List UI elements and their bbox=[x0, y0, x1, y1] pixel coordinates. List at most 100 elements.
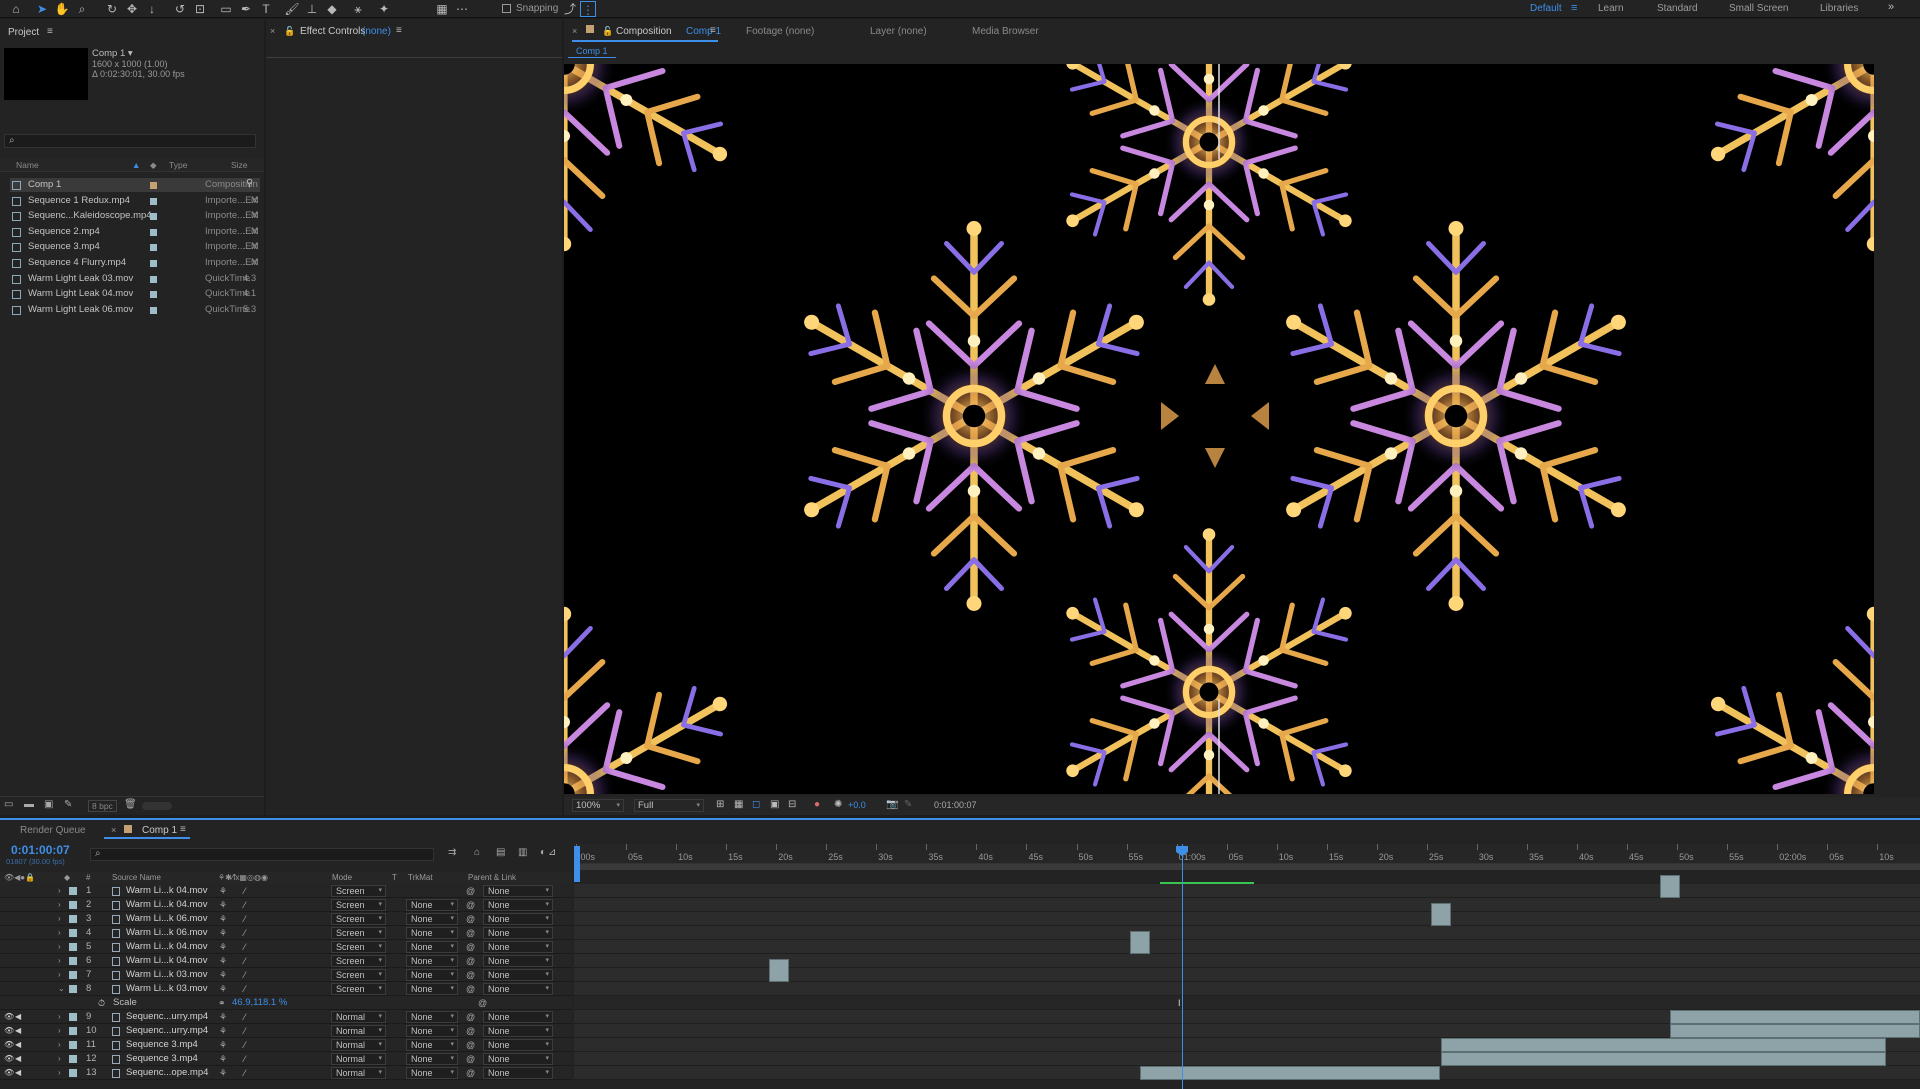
expand-chevron-icon[interactable]: › bbox=[58, 954, 61, 968]
track-matte-dropdown[interactable]: None ▾ bbox=[406, 955, 458, 967]
layer-duration-bar[interactable] bbox=[1441, 1052, 1886, 1066]
quality-switch-icon[interactable]: ⁄ bbox=[244, 1052, 246, 1066]
layer-name[interactable]: Warm Li...k 03.mov bbox=[126, 982, 207, 996]
project-item[interactable]: Sequence 2.mp4 Importe...EX ...M bbox=[10, 225, 260, 239]
track-matte-dropdown[interactable]: None ▾ bbox=[406, 1067, 458, 1079]
trash-icon[interactable]: 🗑 bbox=[124, 799, 137, 810]
expand-chevron-icon[interactable]: › bbox=[58, 1010, 61, 1024]
quality-switch-icon[interactable]: ⁄ bbox=[244, 1038, 246, 1052]
pick-whip-icon[interactable]: @ bbox=[466, 1038, 475, 1052]
pick-whip-icon[interactable]: @ bbox=[466, 926, 475, 940]
pick-whip-icon[interactable]: @ bbox=[466, 1010, 475, 1024]
label-color-swatch[interactable] bbox=[150, 306, 157, 314]
selection-tool-icon[interactable]: ➤ bbox=[34, 1, 50, 17]
blend-mode-dropdown[interactable]: Screen ▾ bbox=[331, 969, 386, 981]
shy-switch-icon[interactable]: ⚘ bbox=[219, 982, 227, 996]
layer-track[interactable] bbox=[574, 1052, 1920, 1066]
expand-chevron-icon[interactable]: › bbox=[58, 884, 61, 898]
name-column-header[interactable]: Name bbox=[16, 158, 39, 172]
label-color-swatch[interactable] bbox=[150, 291, 157, 299]
layer-track[interactable] bbox=[574, 1010, 1920, 1024]
track-matte-dropdown[interactable]: None ▾ bbox=[406, 941, 458, 953]
label-color-swatch[interactable] bbox=[69, 915, 77, 923]
current-time-display[interactable]: 0:01:00:07 bbox=[11, 843, 70, 857]
timeline-layer-row[interactable]: › 4 Warm Li...k 06.mov ⚘ ⁄ Screen ▾ None ▾ @ None ▾ bbox=[0, 926, 1920, 940]
scale-value[interactable]: 46.9,118.1 % bbox=[232, 996, 287, 1010]
layer-track[interactable] bbox=[574, 982, 1920, 996]
label-color-swatch[interactable] bbox=[69, 1055, 77, 1063]
timeline-layer-row[interactable]: › 2 Warm Li...k 04.mov ⚘ ⁄ Screen ▾ None ▾ @ None ▾ bbox=[0, 898, 1920, 912]
distribute-icon[interactable]: ⋯ bbox=[454, 1, 470, 17]
label-color-swatch[interactable] bbox=[69, 957, 77, 965]
pan-behind-tool-icon[interactable]: ⊡ bbox=[192, 1, 208, 17]
layer-track[interactable] bbox=[574, 959, 1920, 982]
project-item[interactable]: Sequenc...Kaleidoscope.mp4 Importe...EX..… bbox=[10, 209, 260, 223]
render-queue-tab[interactable]: Render Queue bbox=[20, 825, 86, 836]
work-area-bar[interactable] bbox=[574, 864, 1920, 870]
composition-menu-icon[interactable]: ≡ bbox=[710, 25, 716, 36]
layer-name[interactable]: Sequence 3.mp4 bbox=[126, 1052, 198, 1066]
parent-dropdown[interactable]: None ▾ bbox=[483, 969, 553, 981]
pick-whip-icon[interactable]: @ bbox=[466, 1052, 475, 1066]
track-matte-dropdown[interactable]: None ▾ bbox=[406, 1025, 458, 1037]
layer-name[interactable]: Sequence 3.mp4 bbox=[126, 1038, 198, 1052]
comp-timeline-tab[interactable]: Comp 1 bbox=[142, 825, 177, 836]
track-matte-dropdown[interactable]: None ▾ bbox=[406, 1053, 458, 1065]
expand-chevron-icon[interactable]: › bbox=[58, 898, 61, 912]
shy-switch-icon[interactable]: ⚘ bbox=[219, 1052, 227, 1066]
interpret-footage-icon[interactable]: ▭ bbox=[4, 799, 13, 810]
composition-tab[interactable]: Composition bbox=[616, 26, 672, 37]
motion-blur-icon[interactable]: ◐ bbox=[540, 847, 546, 858]
footage-tab[interactable]: Footage (none) bbox=[746, 26, 814, 37]
eye-visibility-icon[interactable]: 👁 bbox=[4, 1052, 14, 1066]
parent-dropdown[interactable]: None ▾ bbox=[483, 1011, 553, 1023]
puppet-pin-icon[interactable]: ✦ bbox=[376, 1, 392, 17]
layer-duration-bar[interactable] bbox=[1670, 1024, 1920, 1038]
track-matte-dropdown[interactable]: None ▾ bbox=[406, 983, 458, 995]
layer-track[interactable] bbox=[574, 1024, 1920, 1038]
adjust-settings-icon[interactable]: ✎ bbox=[64, 799, 72, 810]
close-tab-icon[interactable]: × bbox=[572, 26, 577, 36]
blend-mode-dropdown[interactable]: Screen ▾ bbox=[331, 983, 386, 995]
media-browser-tab[interactable]: Media Browser bbox=[972, 26, 1039, 37]
project-item[interactable]: Warm Light Leak 04.mov QuickTime 4.1 bbox=[10, 287, 260, 301]
comp-mini-flowchart-icon[interactable]: ⇉ bbox=[448, 847, 456, 858]
expand-chevron-icon[interactable]: › bbox=[58, 926, 61, 940]
shy-switch-icon[interactable]: ⚘ bbox=[219, 940, 227, 954]
layer-name[interactable]: Sequenc...urry.mp4 bbox=[126, 1024, 208, 1038]
layer-track[interactable] bbox=[574, 1038, 1920, 1052]
shy-switch-icon[interactable]: ⚘ bbox=[219, 1024, 227, 1038]
layer-name[interactable]: Warm Li...k 03.mov bbox=[126, 968, 207, 982]
timeline-layer-row[interactable]: 👁 ◀ › 10 Sequenc...urry.mp4 ⚘ ⁄ Normal ▾ None ▾ @ No… bbox=[0, 1024, 1920, 1038]
label-color-swatch[interactable] bbox=[150, 213, 157, 221]
label-color-swatch[interactable] bbox=[150, 244, 157, 252]
quality-switch-icon[interactable]: ⁄ bbox=[244, 926, 246, 940]
pick-whip-icon[interactable]: @ bbox=[466, 1024, 475, 1038]
timeline-layer-row[interactable]: › 7 Warm Li...k 03.mov ⚘ ⁄ Screen ▾ None ▾ @ None ▾ bbox=[0, 959, 1920, 982]
layer-name[interactable]: Sequenc...urry.mp4 bbox=[126, 1010, 208, 1024]
effect-controls-tab[interactable]: Effect Controls bbox=[300, 26, 365, 37]
comp-breadcrumb[interactable]: Comp 1 bbox=[568, 45, 616, 58]
project-item[interactable]: Sequence 4 Flurry.mp4 Importe...EX ...M bbox=[10, 256, 260, 270]
close-tab-icon[interactable]: × bbox=[270, 26, 275, 36]
layer-track[interactable] bbox=[574, 903, 1920, 926]
bit-depth-button[interactable]: 8 bpc bbox=[88, 800, 117, 812]
label-column-icon[interactable]: ◆ bbox=[150, 158, 157, 172]
channel-icon[interactable]: ● bbox=[814, 799, 820, 810]
timeline-layer-row[interactable]: › 3 Warm Li...k 06.mov ⚘ ⁄ Screen ▾ None ▾ @ None ▾ bbox=[0, 903, 1920, 926]
pick-whip-icon[interactable]: @ bbox=[466, 954, 475, 968]
align-icon[interactable]: ▦ bbox=[434, 1, 450, 17]
home-icon[interactable]: ⌂ bbox=[8, 1, 24, 17]
overflow-chevron-icon[interactable]: » bbox=[1888, 1, 1894, 13]
constrain-proportions-icon[interactable]: ⚭ bbox=[218, 996, 226, 1010]
expand-chevron-icon[interactable]: ⌄ bbox=[58, 982, 65, 996]
new-composition-icon[interactable]: ▣ bbox=[44, 799, 53, 810]
fast-previews-icon[interactable]: ⊞ bbox=[716, 799, 724, 810]
shy-switch-icon[interactable]: ⚘ bbox=[219, 1010, 227, 1024]
project-item[interactable]: Warm Light Leak 06.mov QuickTime 5.3 bbox=[10, 303, 260, 317]
label-color-swatch[interactable] bbox=[69, 1041, 77, 1049]
expand-chevron-icon[interactable]: › bbox=[58, 1066, 61, 1080]
hand-tool-icon[interactable]: ✋ bbox=[54, 1, 70, 17]
layer-track[interactable] bbox=[574, 898, 1920, 912]
project-item[interactable]: Comp 1 Composition bbox=[10, 178, 260, 192]
